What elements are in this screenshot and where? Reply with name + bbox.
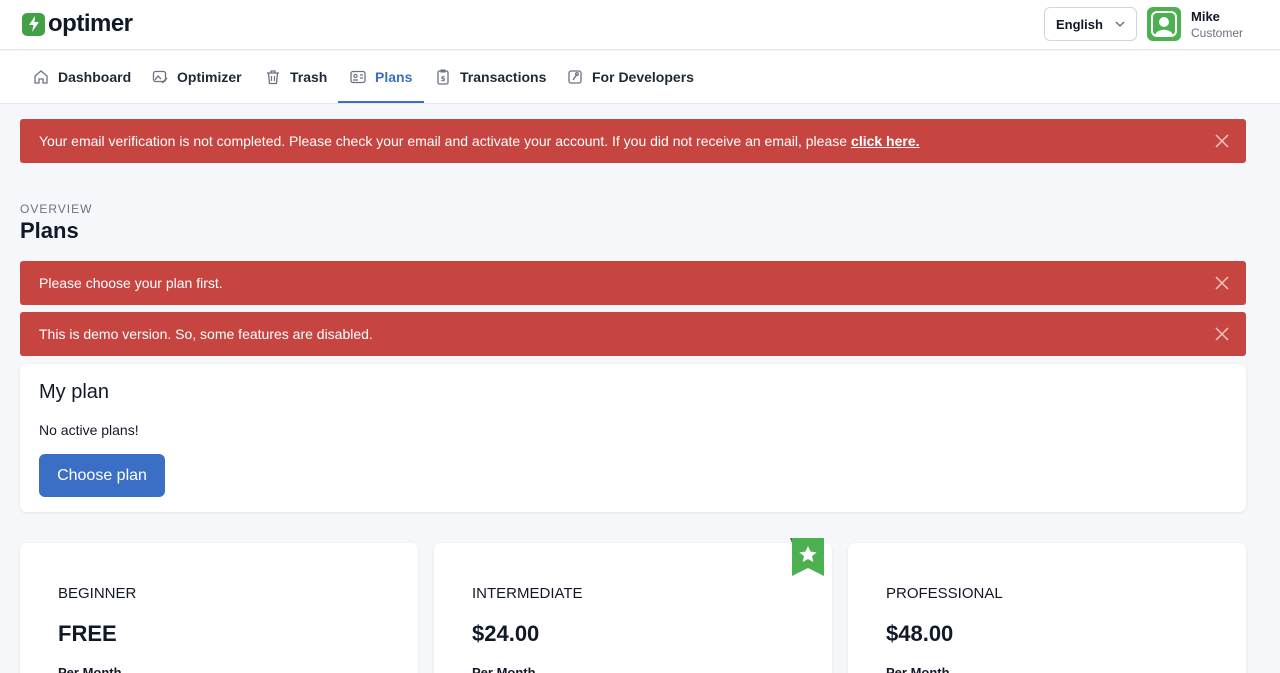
- user-name: Mike: [1191, 9, 1220, 24]
- trash-icon: [267, 70, 279, 85]
- logo-text: optimer: [48, 10, 133, 37]
- plan-name: PROFESSIONAL: [886, 585, 1003, 602]
- plan-name: BEGINNER: [58, 585, 137, 602]
- alert-text: Please choose your plan first.: [39, 275, 223, 291]
- main-nav: Dashboard Optimizer Trash Plans $ Transa…: [0, 51, 1280, 104]
- breadcrumb: OVERVIEW: [20, 202, 93, 216]
- nav-label: Trash: [290, 69, 328, 85]
- featured-star-icon: [790, 538, 824, 576]
- nav-item-dashboard[interactable]: Dashboard: [33, 51, 131, 103]
- plan-price: FREE: [58, 621, 117, 646]
- nav-label: Dashboard: [58, 69, 132, 85]
- language-label: English: [1056, 16, 1103, 32]
- plan-period: Per Month: [886, 665, 950, 673]
- user-role: Customer: [1191, 26, 1244, 40]
- close-icon[interactable]: [1215, 134, 1229, 148]
- choose-plan-alert: Please choose your plan first.: [20, 261, 1246, 305]
- close-icon[interactable]: [1215, 327, 1229, 341]
- language-select[interactable]: English: [1044, 7, 1137, 41]
- svg-text:$: $: [441, 75, 446, 83]
- nav-label: Optimizer: [177, 69, 242, 85]
- resend-email-link[interactable]: click here.: [851, 133, 920, 149]
- home-icon: [34, 70, 48, 84]
- plan-price: $24.00: [472, 621, 540, 646]
- plan-card-beginner: BEGINNER FREE Per Month: [20, 543, 418, 673]
- nav-label: Plans: [375, 69, 413, 85]
- plan-card-professional: PROFESSIONAL $48.00 Per Month: [848, 543, 1246, 673]
- image-edit-icon: [152, 70, 168, 84]
- logo[interactable]: optimer: [22, 11, 133, 37]
- receipt-icon: $: [437, 69, 449, 85]
- id-card-icon: [350, 70, 366, 84]
- top-header: optimer English Mike Customer: [0, 0, 1280, 50]
- nav-label: Transactions: [460, 69, 547, 85]
- user-icon: [1151, 11, 1177, 37]
- alert-text: Your email verification is not completed…: [39, 133, 848, 149]
- nav-item-trash[interactable]: Trash: [265, 51, 327, 103]
- my-plan-title: My plan: [39, 381, 110, 403]
- email-verification-alert: Your email verification is not completed…: [20, 119, 1246, 163]
- nav-label: For Developers: [592, 69, 694, 85]
- nav-item-for-developers[interactable]: For Developers: [567, 51, 694, 103]
- code-file-icon: [568, 70, 582, 84]
- page-title: Plans: [20, 218, 79, 243]
- demo-version-alert: This is demo version. So, some features …: [20, 312, 1246, 356]
- avatar[interactable]: [1147, 7, 1181, 41]
- plan-card-intermediate: INTERMEDIATE $24.00 Per Month: [434, 538, 832, 673]
- plan-name: INTERMEDIATE: [472, 585, 583, 602]
- my-plan-card: My plan No active plans! Choose plan: [20, 364, 1246, 512]
- plan-status: No active plans!: [39, 422, 139, 438]
- close-icon[interactable]: [1215, 276, 1229, 290]
- choose-plan-button[interactable]: Choose plan: [39, 454, 165, 497]
- nav-item-plans[interactable]: Plans: [337, 51, 425, 103]
- lightning-icon: [22, 12, 45, 36]
- alert-text: This is demo version. So, some features …: [39, 326, 373, 342]
- nav-item-transactions[interactable]: $ Transactions: [435, 51, 546, 103]
- plan-price: $48.00: [886, 621, 954, 646]
- plan-period: Per Month: [472, 665, 536, 673]
- nav-item-optimizer[interactable]: Optimizer: [152, 51, 242, 103]
- chevron-down-icon: [1115, 21, 1125, 28]
- plan-period: Per Month: [58, 665, 122, 673]
